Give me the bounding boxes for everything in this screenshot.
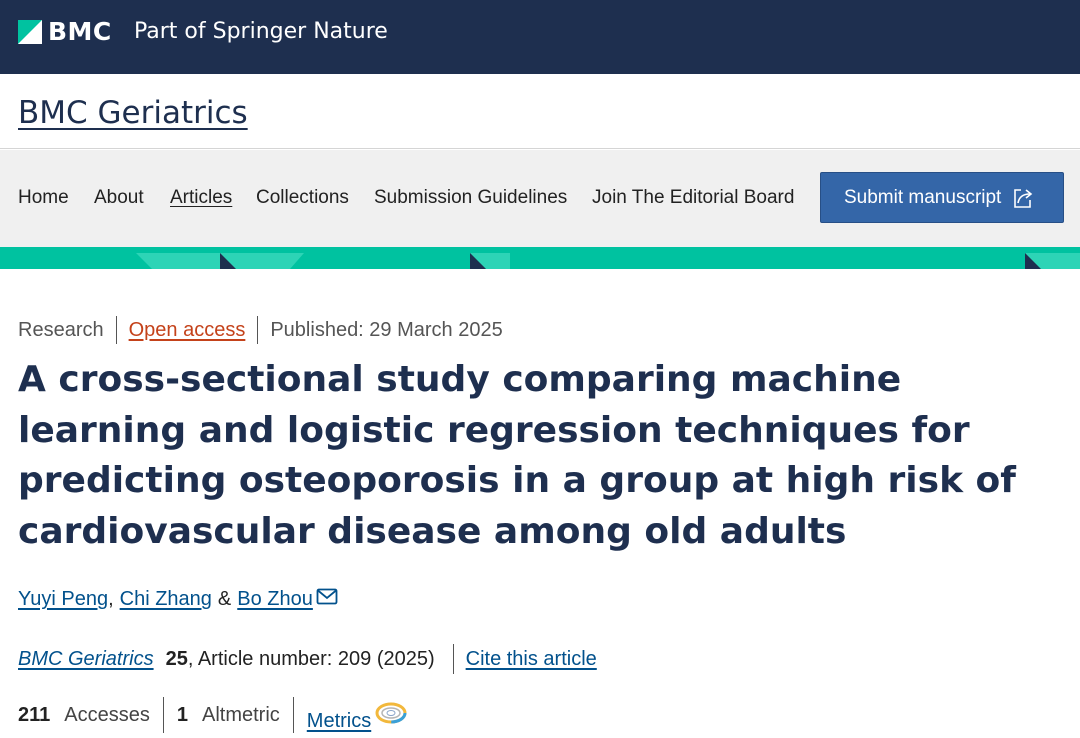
author-separator: & <box>217 588 232 610</box>
citation-journal-link[interactable]: BMC Geriatrics <box>18 648 154 671</box>
cite-this-article-link[interactable]: Cite this article <box>466 648 597 671</box>
bmc-logo-icon <box>18 20 42 44</box>
accesses-label: Accesses <box>64 703 150 726</box>
bmc-logo-link[interactable]: BMC <box>18 19 112 45</box>
metrics-row: 211 Accesses 1 Altmetric Metrics <box>18 696 407 734</box>
journal-nav: Home About Articles Collections Submissi… <box>0 150 1080 247</box>
band-pattern <box>136 253 1080 269</box>
altmetric-label: Altmetric <box>201 703 280 726</box>
altmetric-count: 1 <box>176 703 188 726</box>
altmetric-donut-icon <box>375 702 407 724</box>
nav-about[interactable]: About <box>94 186 144 210</box>
article-title: A cross-sectional study comparing machin… <box>18 359 1016 552</box>
published-date: Published: 29 March 2025 <box>270 318 503 341</box>
author-link[interactable]: Bo Zhou <box>237 588 313 611</box>
nav-submission-guidelines[interactable]: Submission Guidelines <box>374 186 567 210</box>
author-list: Yuyi Peng , Chi Zhang & Bo Zhou <box>18 588 338 616</box>
mail-icon[interactable] <box>316 588 338 606</box>
meta-divider <box>115 316 117 344</box>
meta-divider <box>257 316 259 344</box>
citation-row: BMC Geriatrics 25 , Article number: 209 … <box>18 644 597 674</box>
article-type: Research <box>18 318 104 341</box>
submit-manuscript-button[interactable]: Submit manuscript <box>820 172 1064 223</box>
journal-header: BMC Geriatrics <box>0 74 1080 149</box>
accesses-count: 211 <box>18 703 51 726</box>
nav-articles[interactable]: Articles <box>170 186 232 210</box>
publisher-header: BMC Part of Springer Nature <box>0 0 1080 74</box>
citation-article-number: , Article number: 209 (2025) <box>187 647 435 670</box>
metrics-link[interactable]: Metrics <box>307 710 371 733</box>
metrics-divider <box>162 697 164 733</box>
nav-home[interactable]: Home <box>18 186 69 210</box>
author-link[interactable]: Yuyi Peng <box>18 588 108 611</box>
metrics-divider <box>292 697 294 733</box>
citation-divider <box>452 644 454 674</box>
journal-title-link[interactable]: BMC Geriatrics <box>18 94 248 132</box>
decorative-band <box>0 247 1080 269</box>
submit-manuscript-label: Submit manuscript <box>844 186 1002 208</box>
publisher-tagline: Part of Springer Nature <box>134 19 388 44</box>
author-separator: , <box>108 588 114 610</box>
citation-volume: 25 <box>165 647 188 670</box>
author-link[interactable]: Chi Zhang <box>120 588 212 611</box>
bmc-logo-text: BMC <box>48 17 112 46</box>
nav-collections[interactable]: Collections <box>256 186 349 210</box>
nav-join-editorial-board[interactable]: Join The Editorial Board <box>592 186 794 210</box>
external-link-icon <box>1014 188 1033 208</box>
open-access-link[interactable]: Open access <box>129 319 246 342</box>
article-meta: Research Open access Published: 29 March… <box>18 316 503 344</box>
